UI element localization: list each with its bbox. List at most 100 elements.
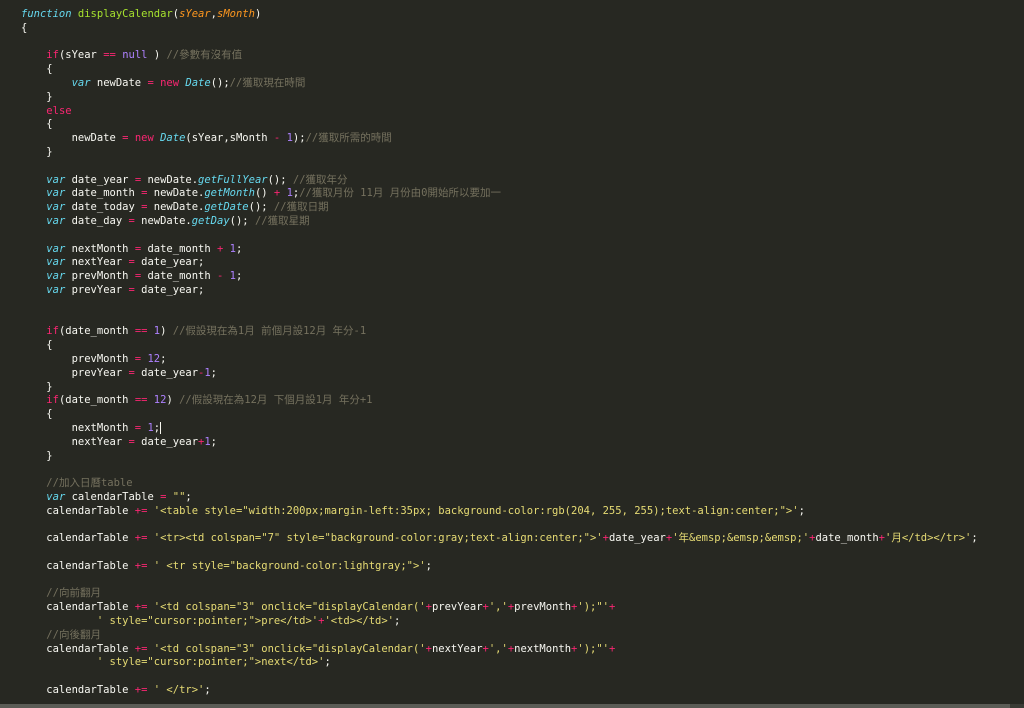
code-token: //加入日曆table xyxy=(46,477,133,490)
code-line[interactable] xyxy=(21,518,978,532)
code-line[interactable]: else xyxy=(21,105,978,119)
code-token: prevMonth xyxy=(21,352,135,365)
code-line[interactable]: } xyxy=(21,450,978,464)
code-token: ; xyxy=(798,504,805,517)
code-line[interactable]: //向前翻月 xyxy=(21,587,978,601)
code-token: } xyxy=(21,380,53,393)
code-line[interactable]: calendarTable += '<table style="width:20… xyxy=(21,505,978,519)
code-token: date_month xyxy=(141,270,217,283)
code-line[interactable]: calendarTable += '<td colspan="3" onclic… xyxy=(21,643,978,657)
code-line[interactable]: } xyxy=(21,146,978,160)
code-area[interactable]: function displayCalendar(sYear,sMonth){ … xyxy=(21,8,978,698)
code-line[interactable]: { xyxy=(21,22,978,36)
code-line[interactable] xyxy=(21,229,978,243)
code-token: (); xyxy=(267,173,293,186)
code-token: newDate. xyxy=(147,187,205,200)
code-token: ; xyxy=(160,352,167,365)
code-token: ; xyxy=(185,490,192,503)
code-token: date_year; xyxy=(134,283,205,296)
code-line[interactable] xyxy=(21,546,978,560)
code-line[interactable] xyxy=(21,574,978,588)
code-line[interactable] xyxy=(21,670,978,684)
code-token: //向後翻月 xyxy=(46,628,101,641)
code-line[interactable]: prevYear = date_year-1; xyxy=(21,367,978,381)
scrollbar-thumb[interactable] xyxy=(0,704,1010,708)
code-line[interactable] xyxy=(21,298,978,312)
code-token: += xyxy=(134,504,148,517)
code-token: date_day xyxy=(65,214,129,227)
code-token: ; xyxy=(971,532,978,545)
code-line[interactable]: } xyxy=(21,91,978,105)
code-token: { xyxy=(21,339,53,352)
code-line[interactable] xyxy=(21,36,978,50)
code-token: getDay xyxy=(191,214,230,227)
code-token: (sYear,sMonth xyxy=(185,132,274,145)
code-token: ; xyxy=(324,656,331,669)
code-token: var xyxy=(46,187,66,200)
code-line[interactable]: { xyxy=(21,339,978,353)
code-line[interactable]: var calendarTable = ""; xyxy=(21,491,978,505)
code-line[interactable]: nextMonth = 1; xyxy=(21,421,978,436)
code-line[interactable] xyxy=(21,463,978,477)
code-line[interactable]: ' style="cursor:pointer;">pre</td>'+'<td… xyxy=(21,615,978,629)
code-token: var xyxy=(46,256,66,269)
code-token: ) xyxy=(147,49,167,62)
code-line[interactable]: ' style="cursor:pointer;">next</td>'; xyxy=(21,656,978,670)
code-line[interactable]: calendarTable += ' <tr style="background… xyxy=(21,560,978,574)
code-token: ',' xyxy=(488,601,508,614)
code-line[interactable]: var newDate = new Date();//獲取現在時間 xyxy=(21,77,978,91)
code-token: (date_month xyxy=(58,394,135,407)
code-line[interactable]: //向後翻月 xyxy=(21,629,978,643)
code-line[interactable]: calendarTable += '<td colspan="3" onclic… xyxy=(21,601,978,615)
code-line[interactable]: var prevYear = date_year; xyxy=(21,284,978,298)
code-line[interactable]: } xyxy=(21,381,978,395)
code-line[interactable]: //加入日曆table xyxy=(21,477,978,491)
code-line[interactable]: { xyxy=(21,63,978,77)
code-token: var xyxy=(46,201,66,214)
code-line[interactable] xyxy=(21,160,978,174)
code-line[interactable]: var nextYear = date_year; xyxy=(21,256,978,270)
code-token: ');"' xyxy=(577,601,609,614)
code-line[interactable]: prevMonth = 12; xyxy=(21,353,978,367)
code-line[interactable]: if(sYear == null ) //參數有沒有值 xyxy=(21,49,978,63)
code-token: var xyxy=(46,242,66,255)
code-token: '月</td></tr>' xyxy=(885,532,972,545)
code-token: sMonth xyxy=(217,8,255,20)
code-line[interactable]: if(date_month == 1) //假設現在為1月 前個月設12月 年分… xyxy=(21,325,978,339)
code-token: function xyxy=(21,8,72,20)
code-token: ; xyxy=(204,684,211,697)
code-token: var xyxy=(46,173,66,186)
horizontal-scrollbar[interactable] xyxy=(0,704,1024,708)
code-line[interactable]: var prevMonth = date_month - 1; xyxy=(21,270,978,284)
code-token: prevYear xyxy=(65,283,129,296)
code-token: (date_month xyxy=(58,325,135,338)
code-line[interactable]: calendarTable += '<tr><td colspan="7" st… xyxy=(21,532,978,546)
code-token: } xyxy=(21,145,53,158)
code-line[interactable]: nextYear = date_year+1; xyxy=(21,436,978,450)
code-line[interactable]: var nextMonth = date_month + 1; xyxy=(21,243,978,257)
code-token: Date xyxy=(160,132,186,145)
code-line[interactable]: var date_month = newDate.getMonth() + 1;… xyxy=(21,187,978,201)
code-token: //假設現在為1月 前個月設12月 年分-1 xyxy=(172,325,367,338)
code-line[interactable] xyxy=(21,312,978,326)
code-token: date_today xyxy=(65,201,142,214)
code-line[interactable]: { xyxy=(21,118,978,132)
code-editor[interactable]: function displayCalendar(sYear,sMonth){ … xyxy=(0,0,1024,708)
code-line[interactable]: function displayCalendar(sYear,sMonth) xyxy=(21,8,978,22)
code-token: ); xyxy=(292,132,306,145)
code-line[interactable]: { xyxy=(21,408,978,422)
code-line[interactable]: var date_day = newDate.getDay(); //獲取星期 xyxy=(21,215,978,229)
code-line[interactable]: if(date_month == 12) //假設現在為12月 下個月設1月 年… xyxy=(21,394,978,408)
code-line[interactable]: calendarTable += ' </tr>'; xyxy=(21,684,978,698)
code-token: displayCalendar xyxy=(77,8,173,20)
code-token: (sYear xyxy=(58,49,104,62)
code-token: if xyxy=(46,49,59,62)
code-line[interactable]: var date_today = newDate.getDate(); //獲取… xyxy=(21,201,978,215)
code-line[interactable]: newDate = new Date(sYear,sMonth - 1);//獲… xyxy=(21,132,978,146)
code-token: new xyxy=(134,132,154,145)
code-line[interactable]: var date_year = newDate.getFullYear(); /… xyxy=(21,174,978,188)
